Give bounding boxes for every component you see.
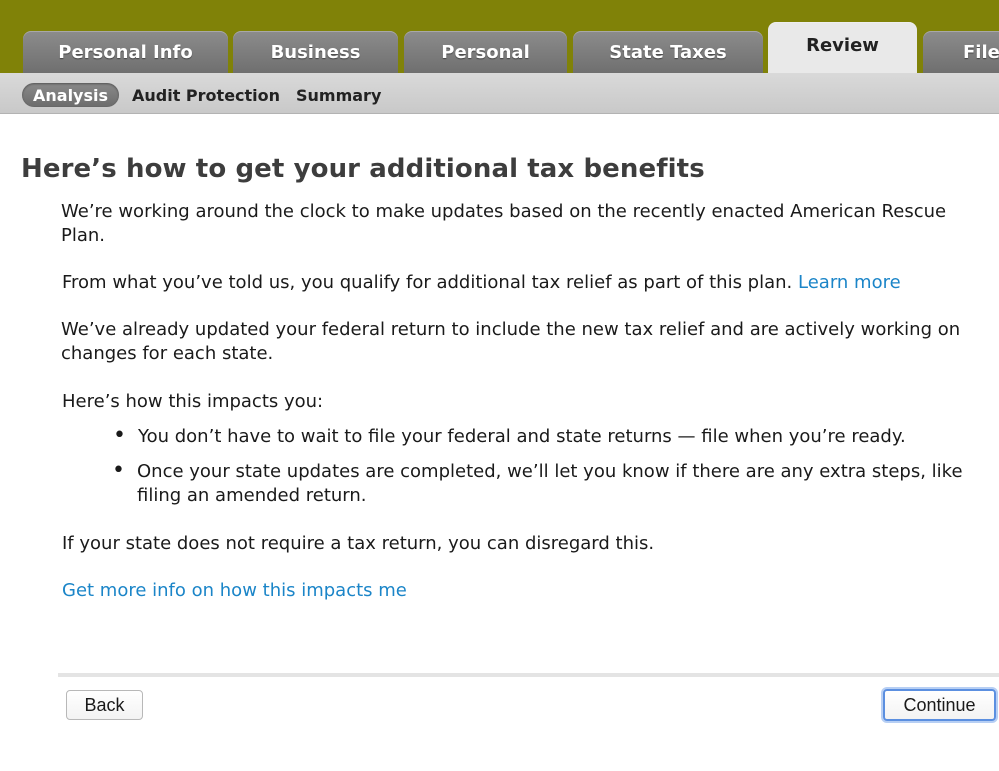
bullet-text: Once your state updates are completed, w…	[137, 461, 963, 506]
disregard-paragraph: If your state does not require a tax ret…	[62, 533, 655, 554]
tab-file[interactable]: File	[923, 31, 999, 73]
bullet-icon: •	[112, 458, 125, 483]
learn-more-link[interactable]: Learn more	[798, 272, 901, 293]
qualify-paragraph: From what you’ve told us, you qualify fo…	[62, 271, 992, 295]
intro-paragraph: We’re working around the clock to make u…	[61, 201, 947, 246]
bullet-icon: •	[113, 423, 126, 448]
qualify-text: From what you’ve told us, you qualify fo…	[62, 272, 793, 293]
subnav-analysis[interactable]: Analysis	[22, 83, 120, 107]
subnav-audit-protection[interactable]: Audit Protection	[132, 83, 280, 107]
back-button[interactable]: Back	[66, 690, 143, 720]
continue-button[interactable]: Continue	[883, 689, 996, 721]
impacts-intro: Here’s how this impacts you:	[62, 391, 324, 412]
tab-review[interactable]: Review	[768, 22, 917, 73]
sub-navigation: Analysis Audit Protection Summary	[0, 73, 999, 114]
tab-personal-info[interactable]: Personal Info	[23, 31, 228, 73]
subnav-summary[interactable]: Summary	[296, 83, 381, 107]
bullet-text: You don’t have to wait to file your fede…	[138, 426, 906, 447]
list-item: • You don’t have to wait to file your fe…	[113, 425, 996, 449]
tab-personal[interactable]: Personal	[404, 31, 567, 73]
footer-divider	[58, 673, 999, 677]
federal-update-paragraph: We’ve already updated your federal retur…	[61, 319, 961, 364]
list-item: • Once your state updates are completed,…	[112, 460, 995, 508]
page-title: Here’s how to get your additional tax be…	[21, 154, 705, 184]
main-tab-bar: Personal Info Business Personal State Ta…	[0, 0, 999, 73]
more-info-link[interactable]: Get more info on how this impacts me	[62, 579, 407, 603]
tab-state-taxes[interactable]: State Taxes	[573, 31, 763, 73]
tab-business[interactable]: Business	[233, 31, 398, 73]
